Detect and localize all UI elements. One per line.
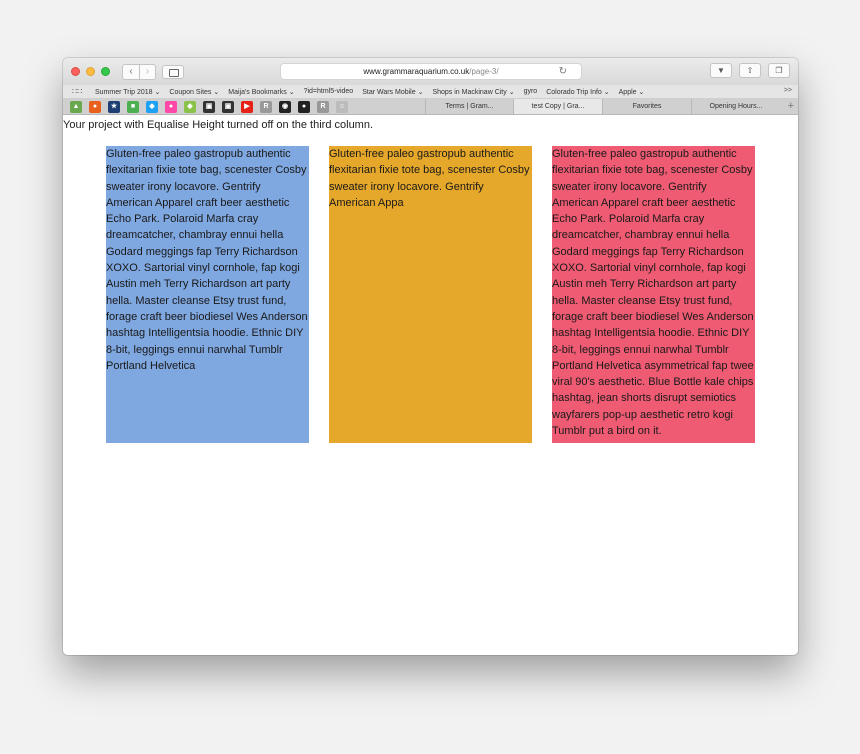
window-controls xyxy=(71,67,110,76)
column-2: Gluten-free paleo gastropub authentic fl… xyxy=(329,146,532,443)
evernote-icon[interactable]: ■ xyxy=(127,100,139,113)
browser-window: ‹ › www.grammaraquarium.co.uk/page-3/ ↻ … xyxy=(63,58,798,655)
column-1: Gluten-free paleo gastropub authentic fl… xyxy=(106,146,309,443)
column-2-text: Gluten-free paleo gastropub authentic fl… xyxy=(329,148,530,209)
tab-overview-button[interactable]: ❐ xyxy=(768,63,790,78)
r-icon[interactable]: R xyxy=(260,100,272,113)
pinterest-icon[interactable]: ● xyxy=(298,100,310,113)
flickr-icon[interactable]: ● xyxy=(165,100,177,113)
bookmark-item[interactable]: ?id=html5-video xyxy=(304,88,354,95)
address-bar[interactable]: www.grammaraquarium.co.uk/page-3/ ↻ xyxy=(280,63,582,80)
share-button[interactable]: ⇧ xyxy=(739,63,761,78)
tab-favorites[interactable]: Favorites xyxy=(602,99,691,114)
forward-button[interactable]: › xyxy=(139,64,155,79)
bookmark-item[interactable]: Star Wars Mobile ⌄ xyxy=(362,88,423,96)
boxed-icon[interactable]: ▣ xyxy=(203,100,215,113)
tab-terms[interactable]: Terms | Gram... xyxy=(425,99,513,114)
bookmark-item[interactable]: Maija's Bookmarks ⌄ xyxy=(228,88,294,96)
youtube-icon[interactable]: ▶ xyxy=(241,100,253,113)
column-1-text: Gluten-free paleo gastropub authentic fl… xyxy=(106,148,308,372)
firefox-icon[interactable]: ● xyxy=(89,100,101,113)
bookmark-item[interactable]: Coupon Sites ⌄ xyxy=(169,88,219,96)
toolbar-right: ▼ ⇧ ❐ xyxy=(710,63,790,78)
tab-opening-hours[interactable]: Opening Hours... xyxy=(691,99,780,114)
bookmarks-bar: ∷∷ Summer Trip 2018 ⌄ Coupon Sites ⌄ Mai… xyxy=(63,85,798,99)
column-3: Gluten-free paleo gastropub authentic fl… xyxy=(552,146,755,443)
bookmark-item[interactable]: gyro xyxy=(524,88,538,95)
tab-bar: ▲ ● ★ ■ ◆ ● ◆ ▣ ▣ ▶ R ◉ ● R ☺ Terms | Gr… xyxy=(63,99,798,115)
dropbox-icon[interactable]: ◆ xyxy=(184,100,196,113)
reload-icon[interactable]: ↻ xyxy=(559,64,567,79)
url-path: /page-3/ xyxy=(469,67,499,76)
grid-icon[interactable]: ∷∷ xyxy=(72,87,86,96)
more-bookmarks-button[interactable]: >> xyxy=(784,87,792,94)
back-button[interactable]: ‹ xyxy=(123,65,139,79)
bookmark-item[interactable]: Apple ⌄ xyxy=(619,88,645,96)
minimize-window-button[interactable] xyxy=(86,67,95,76)
bookmark-item[interactable]: Shops in Mackinaw City ⌄ xyxy=(432,88,514,96)
bookmark-item[interactable]: Summer Trip 2018 ⌄ xyxy=(95,88,160,96)
github-icon[interactable]: ◉ xyxy=(279,100,291,113)
bookmark-item[interactable]: Colorado Trip Info ⌄ xyxy=(546,88,609,96)
navigation-buttons: ‹ › xyxy=(122,63,156,80)
column-3-text: Gluten-free paleo gastropub authentic fl… xyxy=(552,148,754,438)
r-icon[interactable]: R xyxy=(317,100,329,113)
boxed-icon[interactable]: ▣ xyxy=(222,100,234,113)
tab-test-copy[interactable]: test Copy | Gra... xyxy=(513,99,602,114)
page-content: Your project with Equalise Height turned… xyxy=(63,117,798,655)
panda-icon[interactable]: ☺ xyxy=(336,100,348,113)
star-icon[interactable]: ★ xyxy=(108,100,120,113)
title-bar: ‹ › www.grammaraquarium.co.uk/page-3/ ↻ … xyxy=(63,58,798,85)
downloads-button[interactable]: ▼ xyxy=(710,63,732,78)
twitter-icon[interactable]: ◆ xyxy=(146,100,158,113)
maximize-window-button[interactable] xyxy=(101,67,110,76)
page-note: Your project with Equalise Height turned… xyxy=(63,119,374,131)
shield-icon[interactable]: ▲ xyxy=(70,100,82,113)
close-window-button[interactable] xyxy=(71,67,80,76)
url-domain: www.grammaraquarium.co.uk xyxy=(363,67,470,76)
sidebar-toggle-button[interactable] xyxy=(162,64,184,79)
new-tab-button[interactable]: + xyxy=(788,99,794,114)
